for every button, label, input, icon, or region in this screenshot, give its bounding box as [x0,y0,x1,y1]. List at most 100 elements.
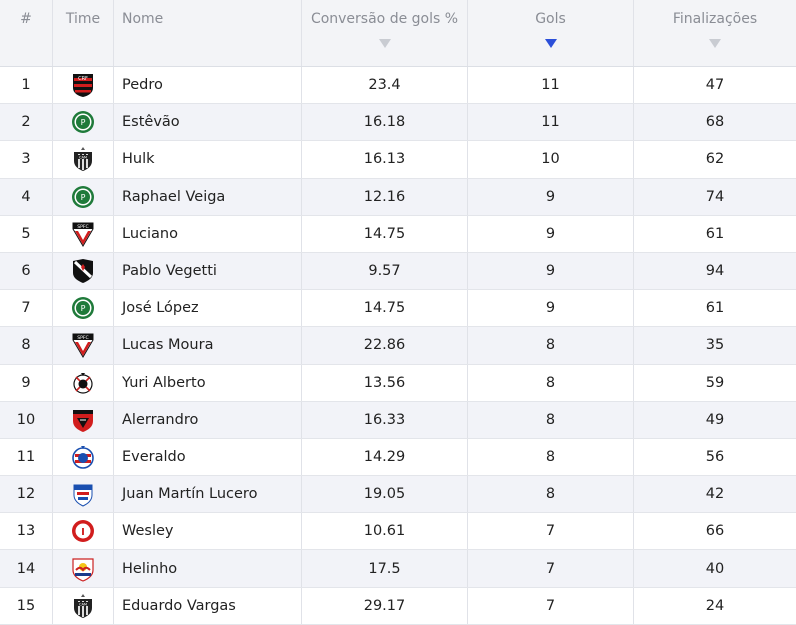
vasco-badge-icon[interactable] [71,258,95,284]
team-cell[interactable]: P [53,290,114,327]
sao-paulo-badge-icon[interactable]: SPFC [71,332,95,359]
rank-value: 9 [21,374,31,391]
team-cell[interactable] [53,476,114,513]
sort-goals-header[interactable]: Gols [468,0,634,66]
player-name-cell[interactable]: Juan Martín Lucero [114,476,302,513]
goals-cell: 9 [468,290,634,327]
player-name-cell[interactable]: Wesley [114,513,302,550]
sort-arrow-active-icon[interactable] [544,39,557,48]
table-row[interactable]: 1 CRF Pedro 23.4 11 47 [0,67,796,105]
team-cell[interactable]: I [53,513,114,550]
header-conversion-label: Conversão de gols % [310,11,459,27]
team-cell[interactable]: CAM [53,141,114,178]
table-row[interactable]: 9 Yuri Alberto 13.56 8 59 [0,364,796,402]
player-name[interactable]: José López [122,300,199,316]
player-name[interactable]: Pablo Vegetti [122,263,217,279]
internacional-badge-icon[interactable]: I [71,518,95,544]
player-name-cell[interactable]: Lucas Moura [114,327,302,364]
player-name[interactable]: Pedro [122,77,163,93]
team-cell[interactable] [53,438,114,476]
player-name-cell[interactable]: Yuri Alberto [114,364,302,401]
player-name-cell[interactable]: Hulk [114,141,302,178]
atletico-mg-badge-icon[interactable]: CAM [71,593,95,619]
player-name-cell[interactable]: Pedro [114,67,302,104]
goals-value: 9 [545,300,556,317]
table-row[interactable]: 5 SPFC Luciano 14.75 9 61 [0,215,796,253]
player-name-cell[interactable]: Pablo Vegetti [114,252,302,290]
table-row[interactable]: 4 P Raphael Veiga 12.16 9 74 [0,178,796,216]
conversion-value: 16.13 [363,151,406,168]
shots-value: 61 [705,300,725,317]
shots-cell: 62 [634,141,796,177]
rank-cell: 4 [0,178,53,215]
table-row[interactable]: 15 CAM Eduardo Vargas 29.17 7 24 [0,587,796,625]
goals-value: 9 [545,225,556,242]
player-name[interactable]: Helinho [122,561,177,577]
team-cell[interactable]: SPFC [53,327,114,364]
table-row[interactable]: 12 Juan Martín Lucero 19.05 8 42 [0,476,796,514]
table-row[interactable]: 8 SPFC Lucas Moura 22.86 8 35 [0,327,796,365]
rank-cell: 15 [0,587,53,624]
team-cell[interactable] [53,550,114,587]
player-name[interactable]: Hulk [122,151,155,167]
sort-shots-header[interactable]: Finalizações [634,0,796,66]
player-name-cell[interactable]: Estêvão [114,104,302,141]
player-name[interactable]: Eduardo Vargas [122,598,236,614]
shots-cell: 47 [634,67,796,103]
bahia-badge-icon[interactable] [71,444,95,470]
team-cell[interactable]: P [53,104,114,141]
player-name-cell[interactable]: Helinho [114,550,302,587]
table-row[interactable]: 11 Everaldo 14.29 8 56 [0,438,796,477]
team-cell[interactable] [53,401,114,438]
player-name[interactable]: Everaldo [122,449,186,465]
palmeiras-badge-icon[interactable]: P [71,109,95,135]
team-cell[interactable]: P [53,178,114,215]
sao-paulo-badge-icon[interactable]: SPFC [71,221,95,247]
player-name[interactable]: Raphael Veiga [122,189,225,205]
conversion-value: 14.75 [363,225,406,242]
fortaleza-badge-icon[interactable] [71,481,95,507]
player-name-cell[interactable]: José López [114,290,302,327]
sort-conversion-header[interactable]: Conversão de gols % [302,0,468,66]
team-cell[interactable]: CAM [53,587,114,624]
player-name[interactable]: Luciano [122,226,178,242]
table-row[interactable]: 13 I Wesley 10.61 7 66 [0,513,796,551]
player-name[interactable]: Lucas Moura [122,337,213,353]
conversion-cell: 14.75 [302,215,468,252]
player-name-cell[interactable]: Luciano [114,215,302,252]
team-cell[interactable] [53,252,114,290]
team-cell[interactable]: CRF [53,67,114,104]
sort-arrow-icon[interactable] [378,39,391,48]
player-name-cell[interactable]: Eduardo Vargas [114,587,302,624]
shots-cell: 68 [634,104,796,140]
player-name-cell[interactable]: Everaldo [114,438,302,476]
table-row[interactable]: 14 Helinho 17.5 7 40 [0,550,796,588]
team-cell[interactable] [53,364,114,401]
table-row[interactable]: 2 P Estêvão 16.18 11 68 [0,104,796,142]
table-row[interactable]: 6 Pablo Vegetti 9.57 9 94 [0,252,796,291]
palmeiras-badge-icon[interactable]: P [71,184,95,210]
conversion-cell: 9.57 [302,252,468,290]
table-row[interactable]: 3 CAM Hulk 16.13 10 62 [0,141,796,179]
sort-arrow-icon[interactable] [709,39,721,48]
table-row[interactable]: 10 Alerrandro 16.33 8 49 [0,401,796,439]
corinthians-badge-icon[interactable] [71,370,95,396]
atletico-mg-badge-icon[interactable]: CAM [71,146,95,172]
table-row[interactable]: 7 P José López 14.75 9 61 [0,290,796,328]
player-name-cell[interactable]: Raphael Veiga [114,178,302,215]
svg-text:P: P [81,118,86,127]
player-name[interactable]: Juan Martín Lucero [122,486,257,502]
player-name-cell[interactable]: Alerrandro [114,401,302,438]
team-cell[interactable]: SPFC [53,215,114,252]
player-name[interactable]: Wesley [122,523,174,539]
conversion-cell: 17.5 [302,550,468,587]
bragantino-badge-icon[interactable] [71,556,95,582]
player-name[interactable]: Estêvão [122,114,180,130]
flamengo-badge-icon[interactable]: CRF [71,72,95,98]
player-name[interactable]: Yuri Alberto [122,375,206,391]
palmeiras-badge-icon[interactable]: P [71,295,95,321]
svg-text:SPFC: SPFC [77,335,89,341]
shots-value: 49 [705,411,725,428]
vitoria-badge-icon[interactable] [71,407,95,433]
player-name[interactable]: Alerrandro [122,412,198,428]
